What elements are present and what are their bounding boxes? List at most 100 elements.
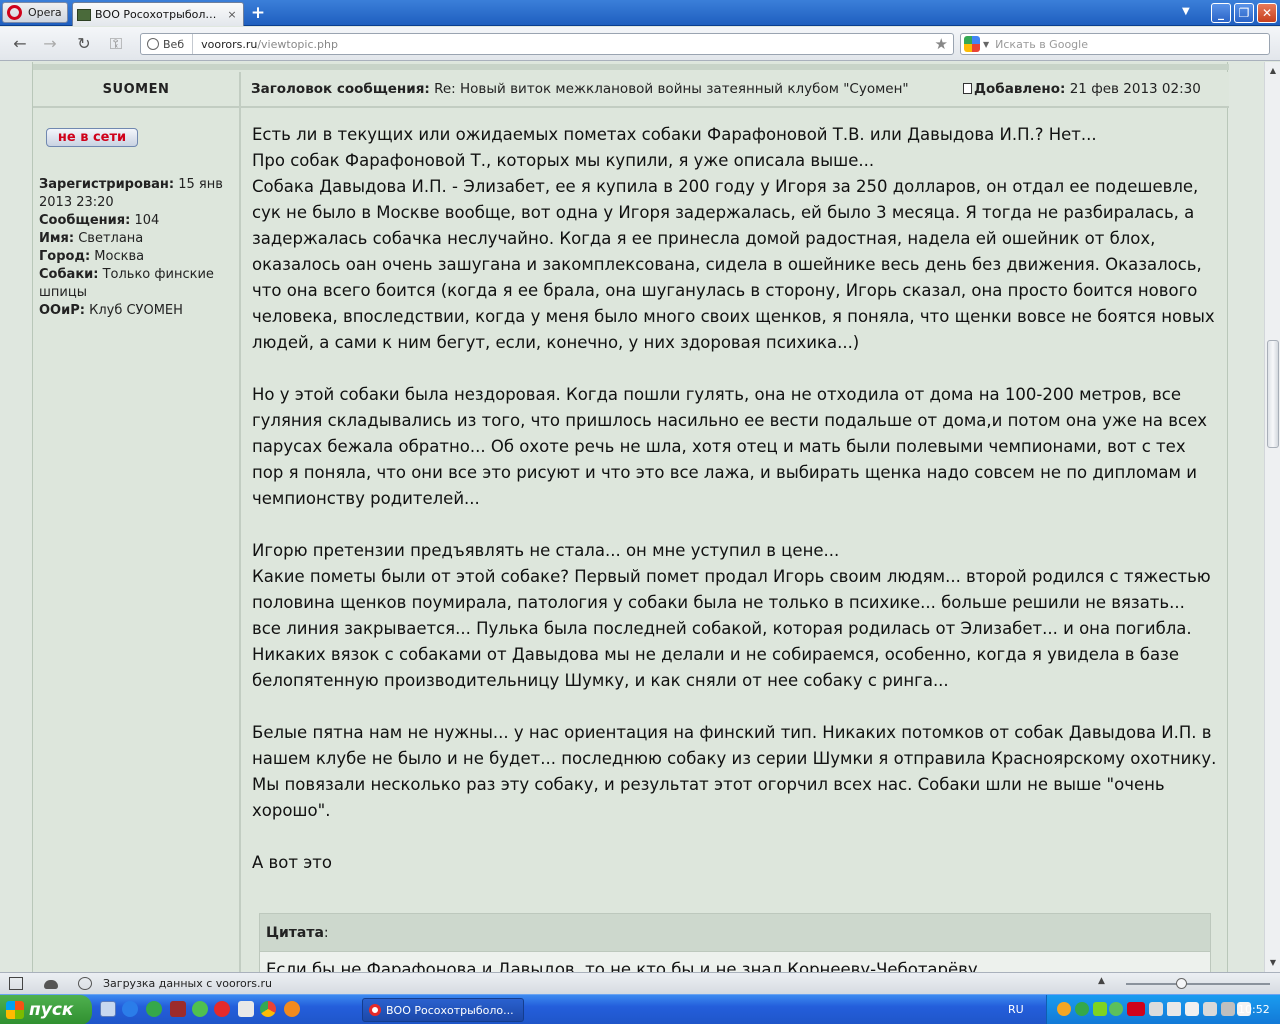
- quote-label: Цитата: [266, 925, 324, 941]
- close-window-button[interactable]: ✕: [1257, 3, 1277, 23]
- author-profile: Зарегистрирован: 15 янв 2013 23:20 Сообщ…: [39, 176, 235, 320]
- post-subject: Заголовок сообщения: Re: Новый виток меж…: [251, 81, 909, 97]
- scroll-down-icon[interactable]: ▼: [1265, 956, 1280, 970]
- internet-explorer-icon[interactable]: [122, 1001, 138, 1017]
- post-paragraph: все линия закрывается... Пулька была пос…: [252, 619, 1192, 690]
- search-placeholder[interactable]: Искать в Google: [995, 38, 1088, 51]
- start-button[interactable]: пуск: [0, 995, 92, 1024]
- url-path: /viewtopic.php: [257, 37, 338, 51]
- tab-title: ВОО Росохотрыболовс...: [95, 8, 221, 21]
- vertical-scrollbar[interactable]: ▲ ▼: [1264, 62, 1280, 972]
- tray-check-icon[interactable]: [1093, 1002, 1107, 1016]
- opera-menu-button[interactable]: Opera: [2, 2, 68, 23]
- clock[interactable]: 10:52: [1238, 1003, 1270, 1016]
- library-icon[interactable]: [238, 1001, 254, 1017]
- url-host: voorors.ru: [201, 37, 258, 51]
- tray-antivirus-icon[interactable]: [1127, 1002, 1145, 1016]
- post-paragraph: Есть ли в текущих или ожидаемых пометах …: [252, 125, 1097, 144]
- tab-close-icon[interactable]: ×: [225, 8, 239, 21]
- post-date: Добавлено: 21 фев 2013 02:30: [963, 81, 1201, 97]
- quote-block: Цитата: Если бы не Фарафонова и Давыдов,…: [259, 913, 1211, 972]
- scroll-up-icon[interactable]: ▲: [1265, 64, 1280, 78]
- posted-label: Добавлено:: [974, 81, 1066, 97]
- quote-header: Цитата:: [260, 914, 1210, 952]
- utorrent-icon[interactable]: [146, 1001, 162, 1017]
- web-badge[interactable]: Веб: [141, 34, 194, 54]
- tray-utorrent-icon[interactable]: [1075, 1002, 1089, 1016]
- search-field[interactable]: ▼ Искать в Google: [960, 33, 1270, 55]
- firefox-icon[interactable]: [284, 1001, 300, 1017]
- maximize-button[interactable]: ❐: [1234, 3, 1254, 23]
- posted-date: 21 фев 2013 02:30: [1069, 81, 1201, 97]
- turbo-icon[interactable]: [78, 977, 92, 990]
- forum-post-table: SUOMEN Заголовок сообщения: Re: Новый ви…: [32, 62, 1229, 972]
- language-indicator[interactable]: RU: [1008, 1003, 1024, 1016]
- minimize-button[interactable]: _: [1211, 3, 1231, 23]
- zoom-slider[interactable]: [1126, 983, 1270, 985]
- tray-keyboard-icon[interactable]: [1185, 1002, 1199, 1016]
- reload-icon[interactable]: ↻: [74, 35, 94, 53]
- media-player-icon[interactable]: [170, 1001, 186, 1017]
- bookmark-star-icon[interactable]: ★: [935, 35, 953, 53]
- top-divider: [33, 64, 1229, 70]
- page-viewport: SUOMEN Заголовок сообщения: Re: Новый ви…: [0, 62, 1264, 972]
- show-desktop-icon[interactable]: [100, 1001, 116, 1017]
- zoom-menu-icon[interactable]: ▲: [1098, 976, 1105, 986]
- offline-status-badge: не в сети: [46, 128, 138, 147]
- tray-network-icon[interactable]: [1149, 1002, 1163, 1016]
- search-engine-dropdown-icon[interactable]: ▼: [983, 40, 989, 49]
- chrome-icon[interactable]: [260, 1001, 276, 1017]
- volume-icon[interactable]: [1167, 1002, 1181, 1016]
- windows-logo-icon: [6, 1001, 24, 1019]
- panel-toggle-icon[interactable]: [9, 977, 23, 990]
- url-text[interactable]: voorors.ru/viewtopic.php: [193, 38, 934, 51]
- post-body: Есть ли в текущих или ожидаемых пометах …: [252, 122, 1220, 876]
- opera-task-icon: [369, 1004, 381, 1016]
- google-icon[interactable]: [964, 36, 980, 52]
- scroll-thumb[interactable]: [1267, 340, 1279, 448]
- post-link-icon[interactable]: [963, 83, 972, 94]
- org-value: Клуб СУОМЕН: [89, 303, 183, 318]
- profile-name: Имя: Светлана: [39, 230, 235, 248]
- tray-icq-icon[interactable]: [1109, 1002, 1123, 1016]
- tray-usb-icon[interactable]: [1221, 1002, 1235, 1016]
- zoom-slider-handle[interactable]: [1176, 978, 1187, 989]
- address-toolbar: ← → ↻ ⚿ Веб voorors.ru/viewtopic.php ★ ▼…: [0, 27, 1280, 61]
- quote-text: Если бы не Фарафонова и Давыдов, то не к…: [266, 960, 978, 972]
- back-arrow-icon[interactable]: ←: [10, 35, 30, 53]
- subject-label: Заголовок сообщения:: [251, 81, 430, 97]
- post-author[interactable]: SUOMEN: [33, 82, 239, 97]
- tab-active[interactable]: ВОО Росохотрыболовс... ×: [72, 2, 244, 26]
- org-label: ООиР:: [39, 303, 85, 318]
- quote-colon: :: [323, 925, 329, 941]
- tab-menu-arrow-icon[interactable]: ▼: [1182, 6, 1190, 17]
- taskbar-opera-window[interactable]: ВОО Росохотрыболо...: [362, 998, 524, 1022]
- address-field[interactable]: Веб voorors.ru/viewtopic.php ★: [140, 33, 954, 55]
- key-icon[interactable]: ⚿: [106, 35, 126, 53]
- post-paragraph: Белые пятна нам не нужны... у нас ориент…: [252, 723, 1217, 820]
- post-paragraph: Какие пометы были от этой собаке? Первый…: [252, 567, 1211, 612]
- start-label: пуск: [29, 1000, 74, 1020]
- profile-dogs: Собаки: Только финские шпицы: [39, 266, 235, 302]
- new-tab-button[interactable]: +: [248, 4, 268, 22]
- status-bar: Загрузка данных с voorors.ru ▲: [0, 972, 1280, 994]
- subject-text: Re: Новый виток межклановой войны затеян…: [434, 81, 909, 97]
- post-paragraph: Собака Давыдова И.П. - Элизабет, ее я ку…: [252, 177, 1215, 352]
- tray-info-icon[interactable]: [1057, 1002, 1071, 1016]
- profile-org: ООиР: Клуб СУОМЕН: [39, 302, 235, 320]
- opera-quicklaunch-icon[interactable]: [214, 1001, 230, 1017]
- column-divider: [239, 72, 241, 972]
- icq-icon[interactable]: [192, 1001, 208, 1017]
- city-label: Город:: [39, 249, 91, 264]
- opera-logo-icon: [7, 5, 22, 20]
- tray-display-icon[interactable]: [1203, 1002, 1217, 1016]
- messages-label: Сообщения:: [39, 213, 131, 228]
- opera-unite-icon[interactable]: [44, 980, 58, 989]
- status-text: Загрузка данных с voorors.ru: [103, 977, 272, 990]
- messages-value: 104: [134, 213, 160, 228]
- forward-arrow-icon[interactable]: →: [40, 35, 60, 53]
